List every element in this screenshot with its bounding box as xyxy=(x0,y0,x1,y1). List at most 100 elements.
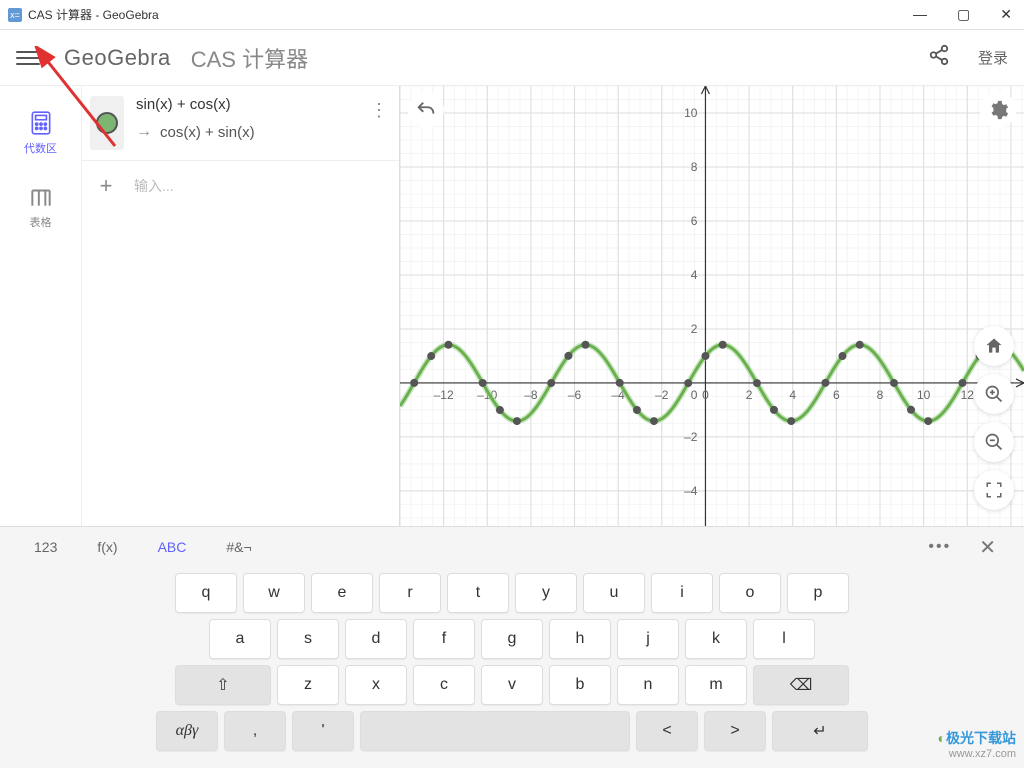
sidebar-item-algebra[interactable]: 代数区 xyxy=(18,104,63,162)
key-n[interactable]: n xyxy=(617,665,679,705)
svg-text:10: 10 xyxy=(684,106,698,120)
sidebar-item-label: 表格 xyxy=(30,214,52,230)
key-c[interactable]: c xyxy=(413,665,475,705)
key-m[interactable]: m xyxy=(685,665,747,705)
key-αβγ[interactable]: αβγ xyxy=(156,711,218,751)
keyboard-tab-fx[interactable]: f(x) xyxy=(79,533,135,561)
zoom-out-icon xyxy=(984,432,1004,452)
undo-button[interactable] xyxy=(408,92,444,128)
svg-text:12: 12 xyxy=(961,388,975,402)
svg-text:4: 4 xyxy=(691,268,698,282)
graph-settings-button[interactable] xyxy=(980,92,1016,128)
login-button[interactable]: 登录 xyxy=(978,47,1008,68)
minimize-button[interactable]: — xyxy=(909,6,931,23)
key-d[interactable]: d xyxy=(345,619,407,659)
key-u[interactable]: u xyxy=(583,573,645,613)
key-r[interactable]: r xyxy=(379,573,441,613)
expression-input[interactable]: sin(x) + cos(x) xyxy=(136,96,354,113)
sidebar-item-label: 代数区 xyxy=(24,140,57,156)
key-<[interactable]: < xyxy=(636,711,698,751)
key-l[interactable]: l xyxy=(753,619,815,659)
key-y[interactable]: y xyxy=(515,573,577,613)
svg-text:8: 8 xyxy=(877,388,884,402)
sidebar-item-table[interactable]: 表格 xyxy=(22,178,60,236)
keyboard-tab-symbols[interactable]: #&¬ xyxy=(208,533,269,561)
key-v[interactable]: v xyxy=(481,665,543,705)
keyboard-tab-abc[interactable]: ABC xyxy=(140,533,205,561)
svg-text:2: 2 xyxy=(746,388,753,402)
svg-text:–2: –2 xyxy=(655,388,669,402)
svg-text:6: 6 xyxy=(691,214,698,228)
key-j[interactable]: j xyxy=(617,619,679,659)
new-expression-row[interactable]: + 输入... xyxy=(82,161,399,211)
key-i[interactable]: i xyxy=(651,573,713,613)
keyboard-tab-123[interactable]: 123 xyxy=(16,533,75,561)
calculator-icon xyxy=(28,110,54,136)
fullscreen-button[interactable] xyxy=(974,470,1014,510)
add-expression-button[interactable]: + xyxy=(92,173,120,199)
gear-icon xyxy=(987,99,1009,121)
expression-menu-icon[interactable]: ⋮ xyxy=(366,96,391,125)
svg-text:–12: –12 xyxy=(434,388,454,402)
key-a[interactable]: a xyxy=(209,619,271,659)
expression-visibility-toggle[interactable] xyxy=(90,96,124,150)
svg-text:–8: –8 xyxy=(524,388,538,402)
window-titlebar: x= CAS 计算器 - GeoGebra — ▢ ✕ xyxy=(0,0,1024,30)
home-icon xyxy=(984,336,1004,356)
fullscreen-icon xyxy=(985,481,1003,499)
close-button[interactable]: ✕ xyxy=(996,6,1016,23)
key-h[interactable]: h xyxy=(549,619,611,659)
key-e[interactable]: e xyxy=(311,573,373,613)
undo-icon xyxy=(415,99,437,121)
key-b[interactable]: b xyxy=(549,665,611,705)
table-icon xyxy=(28,184,54,210)
hamburger-menu-icon[interactable] xyxy=(16,46,40,70)
key-k[interactable]: k xyxy=(685,619,747,659)
key-p[interactable]: p xyxy=(787,573,849,613)
key-'[interactable]: ' xyxy=(292,711,354,751)
key-s[interactable]: s xyxy=(277,619,339,659)
svg-text:–6: –6 xyxy=(568,388,582,402)
keyboard-more-button[interactable]: ••• xyxy=(916,532,963,562)
maximize-button[interactable]: ▢ xyxy=(953,6,974,23)
key-⇧[interactable]: ⇧ xyxy=(175,665,271,705)
keyboard-close-button[interactable]: ✕ xyxy=(967,529,1008,566)
output-arrow-icon: → xyxy=(136,123,152,141)
svg-text:2: 2 xyxy=(691,322,698,336)
key-z[interactable]: z xyxy=(277,665,339,705)
key-w[interactable]: w xyxy=(243,573,305,613)
svg-text:8: 8 xyxy=(691,160,698,174)
expression-input-placeholder[interactable]: 输入... xyxy=(134,176,174,196)
key-o[interactable]: o xyxy=(719,573,781,613)
key-t[interactable]: t xyxy=(447,573,509,613)
algebra-panel: sin(x) + cos(x) → cos(x) + sin(x) ⋮ + 输入… xyxy=(82,86,400,526)
share-icon[interactable] xyxy=(928,44,950,71)
key-q[interactable]: q xyxy=(175,573,237,613)
key-,[interactable]: , xyxy=(224,711,286,751)
key-⌫[interactable]: ⌫ xyxy=(753,665,849,705)
home-view-button[interactable] xyxy=(974,326,1014,366)
watermark: ◐极光下载站 www.xz7.com xyxy=(938,728,1016,760)
zoom-in-icon xyxy=(984,384,1004,404)
zoom-out-button[interactable] xyxy=(974,422,1014,462)
zoom-in-button[interactable] xyxy=(974,374,1014,414)
expression-row[interactable]: sin(x) + cos(x) → cos(x) + sin(x) ⋮ xyxy=(82,86,399,161)
app-title: CAS 计算器 xyxy=(191,42,308,74)
left-sidebar: 代数区 表格 xyxy=(0,86,82,526)
key->[interactable]: > xyxy=(704,711,766,751)
key-space[interactable] xyxy=(360,711,630,751)
key-f[interactable]: f xyxy=(413,619,475,659)
coordinate-plane[interactable]: –12–10–8–6–4–2024681012–4–22468100 xyxy=(400,86,1024,526)
svg-text:0: 0 xyxy=(691,388,698,402)
app-icon: x= xyxy=(8,8,22,22)
expression-output: → cos(x) + sin(x) xyxy=(136,123,354,141)
key-↵[interactable]: ↵ xyxy=(772,711,868,751)
key-x[interactable]: x xyxy=(345,665,407,705)
window-title: CAS 计算器 - GeoGebra xyxy=(28,6,159,23)
virtual-keyboard: 123 f(x) ABC #&¬ ••• ✕ qwertyuiop asdfghj… xyxy=(0,526,1024,768)
key-g[interactable]: g xyxy=(481,619,543,659)
graph-view[interactable]: –12–10–8–6–4–2024681012–4–22468100 xyxy=(400,86,1024,526)
svg-text:6: 6 xyxy=(833,388,840,402)
svg-text:4: 4 xyxy=(789,388,796,402)
app-bar: GeoGebra CAS 计算器 登录 xyxy=(0,30,1024,86)
